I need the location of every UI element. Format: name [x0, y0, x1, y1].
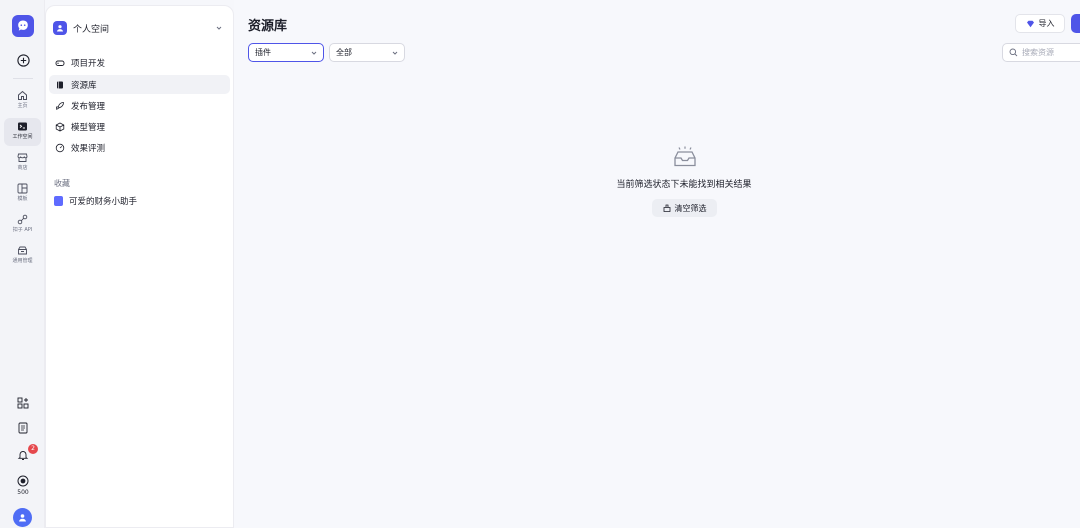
- scope-filter-select[interactable]: 全部: [329, 43, 405, 62]
- nav-item-library[interactable]: 资源库: [49, 75, 230, 94]
- gauge-icon: [55, 143, 65, 153]
- nav-item-models[interactable]: 模型管理: [49, 117, 230, 136]
- nav-item-label: 效果评测: [71, 143, 106, 154]
- document-icon[interactable]: [14, 419, 32, 437]
- search-icon: [1009, 48, 1018, 57]
- rail-item-workspace[interactable]: 工作空间: [4, 118, 41, 146]
- rail-item-label: 扣子 API: [12, 227, 33, 233]
- rail-item-api[interactable]: 扣子 API: [4, 211, 41, 239]
- rocket-icon: [55, 101, 65, 111]
- left-rail: 主页 工作空间 商店 模板 扣子 API 通用管理 2 500: [0, 0, 45, 528]
- main-content: 资源库 导入 插件 全部 当前筛选状态下未能找到相关结果 清空筛选: [234, 0, 1080, 528]
- rail-item-label: 模板: [17, 196, 28, 202]
- rail-item-label: 工作空间: [12, 134, 33, 140]
- nav-item-projects[interactable]: 项目开发: [49, 53, 230, 72]
- rail-divider: [13, 78, 33, 79]
- favorite-item[interactable]: 可爱的财务小助手: [49, 192, 230, 210]
- diamond-icon: [1026, 20, 1034, 27]
- template-icon: [17, 183, 28, 194]
- terminal-icon: [18, 122, 27, 131]
- workspace-sidebar: 个人空间 项目开发 资源库 发布管理 模型管理 效果评测 收藏 可爱的财务小助手: [45, 5, 234, 528]
- search-box: [1002, 43, 1080, 62]
- search-input[interactable]: [1022, 48, 1080, 57]
- clear-filters-button[interactable]: 清空筛选: [652, 199, 717, 217]
- cube-icon: [55, 122, 65, 132]
- api-icon: [17, 214, 28, 225]
- create-icon[interactable]: [15, 52, 31, 68]
- page-title: 资源库: [248, 19, 288, 34]
- import-label: 导入: [1038, 19, 1055, 28]
- rail-item-label: 商店: [17, 165, 28, 171]
- clear-filters-label: 清空筛选: [674, 203, 707, 213]
- notification-badge: 2: [28, 444, 38, 454]
- home-icon: [18, 90, 27, 100]
- rail-item-store[interactable]: 商店: [4, 149, 41, 177]
- space-switcher[interactable]: 个人空间: [53, 18, 227, 38]
- space-avatar: [53, 21, 67, 35]
- manage-icon: [18, 246, 27, 255]
- nav-item-label: 模型管理: [71, 122, 106, 133]
- nav-item-label: 发布管理: [71, 101, 106, 112]
- agent-icon: [54, 196, 63, 206]
- import-button[interactable]: 导入: [1015, 14, 1065, 33]
- empty-state-text: 当前筛选状态下未能找到相关结果: [616, 180, 752, 190]
- points-icon[interactable]: [14, 472, 32, 490]
- rail-item-home[interactable]: 主页: [4, 87, 41, 115]
- create-resource-button[interactable]: [1071, 14, 1080, 33]
- apps-grid-icon[interactable]: [14, 394, 32, 412]
- nav-item-evaluation[interactable]: 效果评测: [49, 138, 230, 157]
- favorite-item-label: 可爱的财务小助手: [69, 197, 138, 207]
- logo-icon: [18, 20, 28, 31]
- favorites-title: 收藏: [54, 179, 70, 188]
- type-filter-value: 插件: [255, 48, 271, 57]
- empty-inbox-icon: [674, 146, 696, 167]
- nav-item-label: 项目开发: [71, 58, 106, 69]
- type-filter-select[interactable]: 插件: [248, 43, 324, 62]
- nav-item-label: 资源库: [71, 80, 97, 91]
- chevron-down-icon: [311, 51, 317, 55]
- nav-item-publish[interactable]: 发布管理: [49, 96, 230, 115]
- chevron-down-icon: [392, 51, 398, 55]
- user-icon: [56, 25, 64, 32]
- library-icon: [55, 80, 65, 90]
- app-logo[interactable]: [12, 15, 34, 37]
- points-value: 500: [17, 489, 29, 496]
- store-icon: [17, 153, 28, 162]
- space-name: 个人空间: [73, 24, 110, 35]
- rail-item-label: 主页: [17, 103, 28, 109]
- gamepad-icon: [55, 58, 65, 68]
- scope-filter-value: 全部: [336, 48, 352, 57]
- avatar[interactable]: [13, 508, 32, 527]
- broom-icon: [663, 204, 670, 212]
- user-icon: [19, 514, 26, 522]
- chevron-down-icon: [216, 26, 222, 30]
- rail-item-template[interactable]: 模板: [4, 180, 41, 208]
- rail-item-manage[interactable]: 通用管理: [4, 242, 41, 270]
- rail-item-label: 通用管理: [12, 258, 33, 264]
